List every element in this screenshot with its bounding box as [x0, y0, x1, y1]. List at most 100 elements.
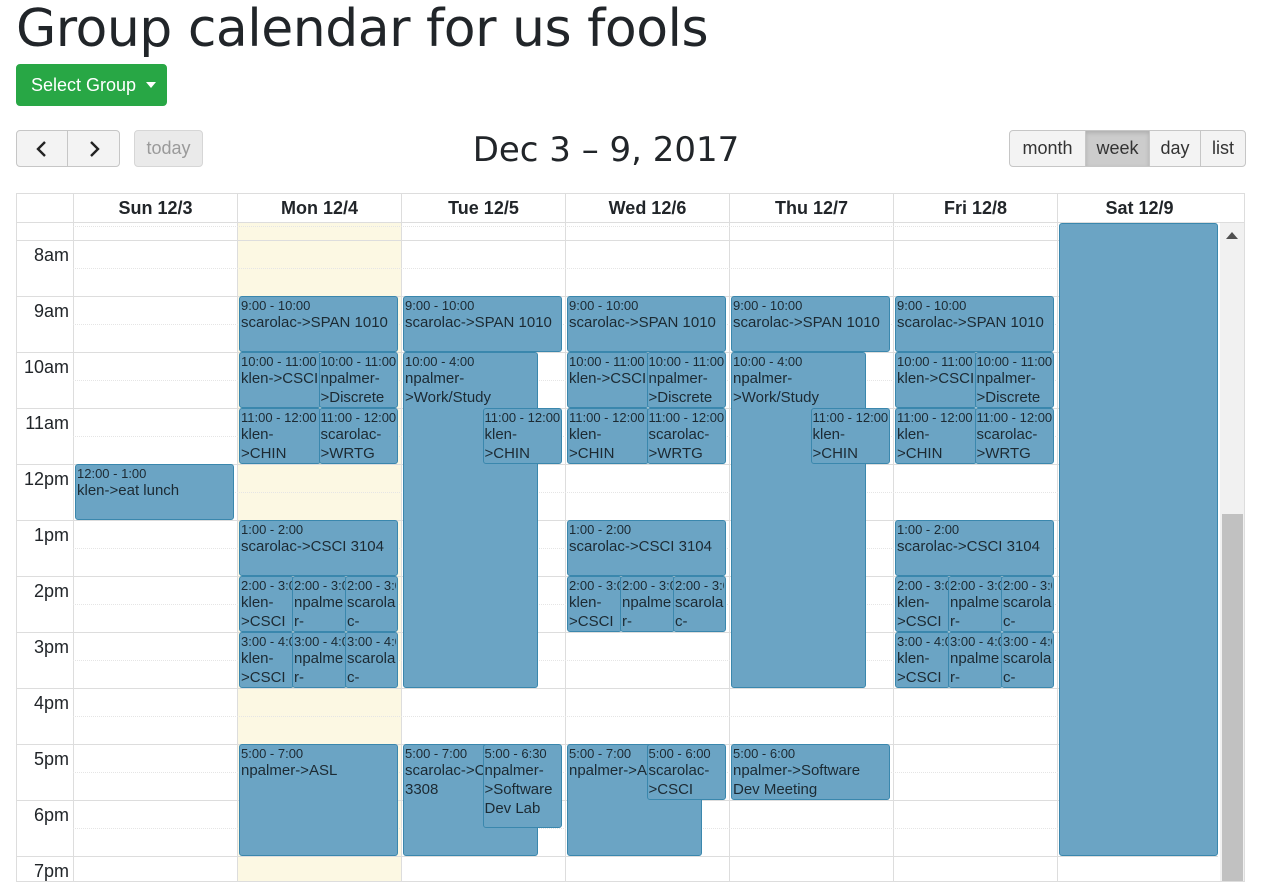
event-title: scarolac->WRTG — [976, 425, 1038, 462]
calendar-event[interactable]: 1:00 - 2:00 scarolac->CSCI 3104 — [895, 519, 1054, 576]
calendar-event[interactable]: 11:00 - 12:00 scarolac->WRTG — [318, 407, 398, 464]
day-header[interactable]: Wed 12/6 — [565, 194, 729, 222]
event-time: 3:00 - 4:00 — [950, 633, 1001, 649]
event-time: 3:00 - 4:00 — [1003, 633, 1052, 649]
calendar-event[interactable]: 2:00 - 3:00npalmer->Comp — [948, 575, 1003, 632]
calendar-event[interactable]: 9:00 - 10:00 scarolac->SPAN 1010 — [239, 295, 398, 352]
time-gutter-header — [17, 194, 73, 222]
event-title: scarolac->SPAN 1010 — [569, 313, 716, 331]
calendar-event[interactable]: 3:00 - 4:00npalmer->Software — [948, 631, 1003, 688]
event-time: 2:00 - 3:00 — [347, 577, 396, 593]
day-header[interactable]: Sat 12/9 — [1057, 194, 1221, 222]
calendar-event[interactable]: 12:00 - 1:00 klen->eat lunch — [75, 463, 234, 520]
time-label: 9am — [33, 300, 69, 321]
day-header[interactable]: Mon 12/4 — [237, 194, 401, 222]
half-hour-gridline — [73, 225, 1218, 227]
calendar-event[interactable]: 10:00 - 4:00 npalmer->Work/Study — [403, 351, 539, 688]
calendar-event[interactable]: 3:00 - 4:00klen->CSCI 3308 — [895, 631, 950, 688]
calendar-event[interactable]: 5:00 - 6:30 npalmer->Software Dev Lab — [482, 743, 562, 828]
time-label: 11am — [25, 412, 69, 433]
day-header[interactable]: Tue 12/5 — [401, 194, 565, 222]
select-group-label: Select Group — [31, 74, 137, 95]
event-title: scarolac->SPAN 1010 — [733, 313, 880, 331]
day-column[interactable] — [73, 223, 237, 881]
calendar-event[interactable]: 11:00 - 12:00 klen->CHIN — [482, 407, 562, 464]
select-group-button[interactable]: Select Group — [16, 64, 167, 106]
calendar-event[interactable]: 9:00 - 10:00 scarolac->SPAN 1010 — [731, 295, 890, 352]
calendar-event[interactable]: 10:00 - 11:00 klen->CSCI — [239, 351, 321, 408]
calendar-event[interactable]: 5:00 - 7:00 npalmer->ASL — [239, 743, 398, 856]
calendar-event[interactable]: 10:00 - 11:00 npalmer->Discrete — [646, 351, 726, 408]
calendar-event[interactable]: 2:00 - 3:00klen->CSCI 2400 — [895, 575, 950, 632]
prev-button[interactable] — [16, 130, 68, 167]
calendar-event[interactable]: 1:00 - 2:00 scarolac->CSCI 3104 — [567, 519, 726, 576]
event-title: klen->eat lunch — [77, 481, 180, 499]
calendar-event[interactable]: 3:00 - 4:00scarolac->CSCI — [345, 631, 398, 688]
view-switcher: month week day list — [1009, 130, 1246, 167]
calendar-event[interactable] — [1059, 223, 1218, 856]
event-time: 2:00 - 3:00 — [1003, 577, 1052, 593]
calendar-event[interactable]: 11:00 - 12:00 scarolac->WRTG — [974, 407, 1054, 464]
calendar-event[interactable]: 9:00 - 10:00 scarolac->SPAN 1010 — [403, 295, 562, 352]
calendar-event[interactable]: 5:00 - 6:00 npalmer->Software Dev Meeting — [731, 743, 890, 800]
today-button[interactable]: today — [134, 130, 203, 167]
event-time: 11:00 - 12:00 — [241, 409, 317, 425]
time-label: 4pm — [33, 692, 69, 713]
calendar-event[interactable]: 2:00 - 3:00scarolac->APPM — [345, 575, 398, 632]
calendar-event[interactable]: 9:00 - 10:00 scarolac->SPAN 1010 — [895, 295, 1054, 352]
event-title: klen->CHIN — [241, 425, 287, 462]
calendar-event[interactable]: 10:00 - 4:00 npalmer->Work/Study — [731, 351, 867, 688]
view-week-button[interactable]: week — [1085, 130, 1150, 167]
event-title: scarolac->APPM — [675, 593, 724, 630]
calendar-event[interactable]: 10:00 - 11:00 klen->CSCI — [895, 351, 977, 408]
calendar-event[interactable]: 5:00 - 6:00 scarolac->CSCI — [646, 743, 726, 800]
calendar-event[interactable]: 11:00 - 12:00 klen->CHIN — [810, 407, 890, 464]
event-title: scarolac->SPAN 1010 — [405, 313, 552, 331]
calendar-event[interactable]: 2:00 - 3:00npalmer->Comp — [292, 575, 347, 632]
event-time: 3:00 - 4:00 — [294, 633, 345, 649]
scroll-up-arrow-icon[interactable] — [1226, 232, 1238, 239]
calendar-event[interactable]: 11:00 - 12:00 scarolac->WRTG — [646, 407, 726, 464]
view-month-button[interactable]: month — [1009, 130, 1086, 167]
half-hour-gridline — [73, 715, 1218, 717]
event-time: 10:00 - 11:00 — [976, 353, 1053, 369]
day-header[interactable]: Thu 12/7 — [729, 194, 893, 222]
calendar-event[interactable]: 3:00 - 4:00npalmer->Software — [292, 631, 347, 688]
calendar-event[interactable]: 11:00 - 12:00 klen->CHIN — [239, 407, 321, 464]
view-day-button[interactable]: day — [1149, 130, 1201, 167]
calendar-event[interactable]: 3:00 - 4:00klen->CSCI 3308 — [239, 631, 294, 688]
calendar-event[interactable]: 2:00 - 3:00scarolac->APPM — [1001, 575, 1054, 632]
event-title: klen->CSCI — [241, 369, 319, 387]
event-time: 11:00 - 12:00 — [648, 409, 725, 425]
event-title: npalmer->Software Dev Lab — [484, 761, 553, 817]
calendar-event[interactable]: 2:00 - 3:00npalmer->Comp — [620, 575, 675, 632]
calendar-event[interactable]: 1:00 - 2:00 scarolac->CSCI 3104 — [239, 519, 398, 576]
calendar-event[interactable]: 2:00 - 3:00klen->CSCI 2400 — [567, 575, 622, 632]
event-time: 10:00 - 11:00 — [648, 353, 725, 369]
calendar-event[interactable]: 10:00 - 11:00 npalmer->Discrete — [318, 351, 398, 408]
day-header[interactable]: Fri 12/8 — [893, 194, 1057, 222]
event-title: scarolac->CSCI 3104 — [241, 537, 384, 555]
event-title: npalmer->Software — [294, 649, 344, 686]
calendar-event[interactable]: 10:00 - 11:00 npalmer->Discrete — [974, 351, 1054, 408]
view-list-button[interactable]: list — [1200, 130, 1246, 167]
calendar-event[interactable]: 3:00 - 4:00scarolac->CSCI — [1001, 631, 1054, 688]
calendar-event[interactable]: 10:00 - 11:00 klen->CSCI — [567, 351, 649, 408]
calendar-event[interactable]: 11:00 - 12:00 klen->CHIN — [895, 407, 977, 464]
event-time: 5:00 - 6:30 — [484, 745, 547, 761]
event-time: 11:00 - 12:00 — [484, 409, 561, 425]
calendar-event[interactable]: 2:00 - 3:00klen->CSCI 2400 — [239, 575, 294, 632]
event-time: 10:00 - 4:00 — [405, 353, 475, 369]
chevron-right-icon — [89, 140, 100, 157]
next-button[interactable] — [67, 130, 120, 167]
event-title: klen->CHIN — [484, 425, 530, 462]
calendar-event[interactable]: 11:00 - 12:00 klen->CHIN — [567, 407, 649, 464]
day-header[interactable]: Sun 12/3 — [73, 194, 237, 222]
calendar-event[interactable]: 9:00 - 10:00 scarolac->SPAN 1010 — [567, 295, 726, 352]
day-header-row: Sun 12/3 Mon 12/4 Tue 12/5 Wed 12/6 Thu 12/7… — [17, 194, 1244, 223]
week-calendar: Sun 12/3 Mon 12/4 Tue 12/5 Wed 12/6 Thu 12/7… — [16, 193, 1245, 882]
event-title: klen->CHIN — [569, 425, 615, 462]
scrollbar-thumb[interactable] — [1222, 514, 1243, 881]
calendar-event[interactable]: 2:00 - 3:00scarolac->APPM — [673, 575, 726, 632]
event-time: 10:00 - 11:00 — [569, 353, 645, 369]
